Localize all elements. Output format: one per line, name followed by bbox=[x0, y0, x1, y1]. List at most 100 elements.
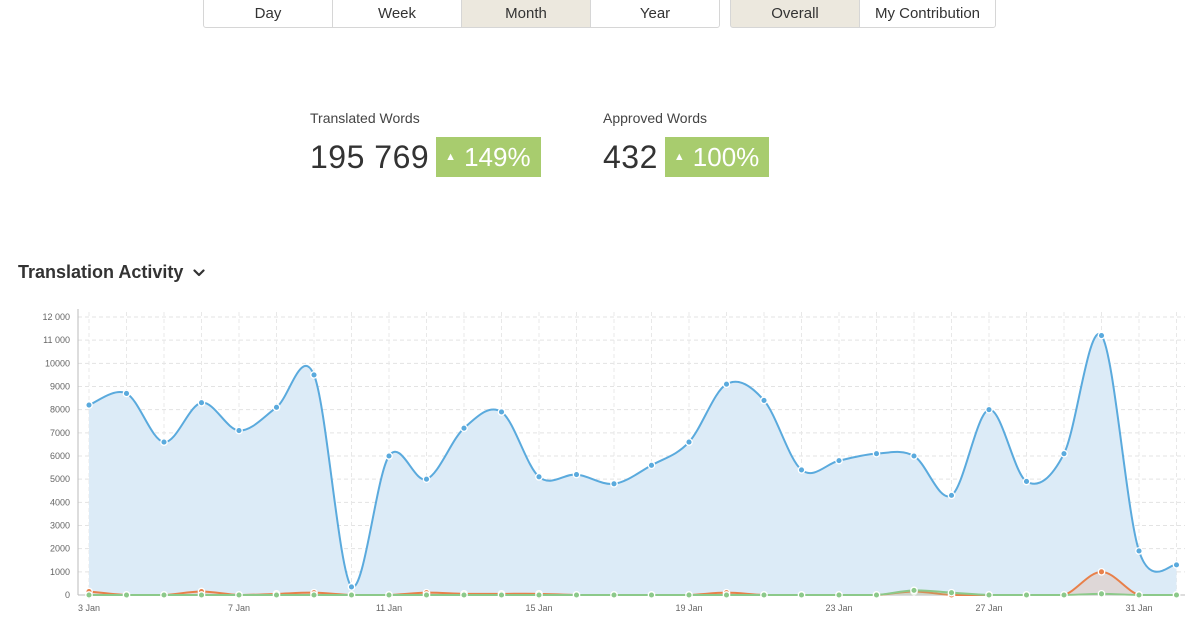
data-point bbox=[347, 591, 356, 599]
approved-words-stat: Approved Words 432 ▲ 100% bbox=[603, 110, 770, 177]
data-point bbox=[1022, 477, 1031, 486]
data-point bbox=[835, 591, 843, 599]
translated-words-value: 195 769 bbox=[310, 138, 430, 175]
data-point bbox=[1135, 547, 1143, 555]
data-point bbox=[272, 403, 281, 412]
data-point bbox=[835, 456, 843, 465]
data-point bbox=[647, 461, 656, 470]
data-point bbox=[1060, 449, 1068, 458]
x-tick-label: 7 Jan bbox=[228, 603, 250, 613]
data-point bbox=[160, 591, 168, 599]
data-point bbox=[272, 591, 281, 599]
data-point bbox=[160, 438, 168, 446]
data-point bbox=[460, 591, 468, 599]
series-area bbox=[89, 333, 1177, 595]
section-title: Translation Activity bbox=[18, 262, 184, 282]
data-point bbox=[535, 591, 543, 599]
data-point bbox=[422, 475, 431, 484]
y-tick-label: 10000 bbox=[45, 358, 70, 368]
data-point bbox=[1172, 591, 1181, 599]
data-point bbox=[422, 591, 431, 599]
scope-selector: Overall My Contribution bbox=[730, 0, 996, 28]
data-point bbox=[1060, 591, 1068, 599]
translated-change-value: 149% bbox=[464, 141, 531, 172]
data-point bbox=[910, 452, 918, 460]
data-point bbox=[910, 586, 918, 595]
x-tick-label: 15 Jan bbox=[525, 603, 552, 613]
translation-activity-toggle[interactable]: Translation Activity bbox=[18, 262, 205, 283]
data-point bbox=[122, 591, 131, 599]
period-year-button[interactable]: Year bbox=[590, 0, 720, 28]
y-tick-label: 4000 bbox=[50, 497, 70, 507]
period-week-button[interactable]: Week bbox=[332, 0, 462, 28]
data-point bbox=[685, 438, 693, 446]
data-point bbox=[797, 591, 806, 599]
data-point bbox=[685, 591, 693, 599]
y-tick-label: 9000 bbox=[50, 382, 70, 392]
approved-words-value: 432 bbox=[603, 138, 658, 175]
data-point bbox=[385, 591, 393, 599]
data-point bbox=[310, 371, 318, 379]
data-point bbox=[385, 452, 393, 460]
translated-words-label: Translated Words bbox=[310, 110, 420, 126]
x-tick-label: 3 Jan bbox=[78, 603, 100, 613]
data-point bbox=[760, 591, 768, 599]
period-day-button[interactable]: Day bbox=[203, 0, 333, 28]
data-point bbox=[85, 401, 93, 409]
data-point bbox=[947, 588, 956, 597]
approved-change-value: 100% bbox=[692, 141, 760, 172]
data-point bbox=[460, 424, 468, 433]
x-tick-label: 31 Jan bbox=[1125, 603, 1152, 613]
x-tick-label: 23 Jan bbox=[825, 603, 852, 613]
y-tick-label: 2000 bbox=[50, 544, 70, 554]
y-tick-label: 12 000 bbox=[42, 312, 70, 322]
y-tick-label: 5000 bbox=[50, 474, 70, 484]
data-point bbox=[1097, 589, 1106, 598]
y-tick-label: 1000 bbox=[50, 567, 70, 577]
approved-change-badge: ▲ 100% bbox=[664, 137, 770, 177]
y-tick-label: 8000 bbox=[50, 405, 70, 415]
scope-overall-button[interactable]: Overall bbox=[730, 0, 860, 28]
x-tick-label: 27 Jan bbox=[975, 603, 1002, 613]
translation-activity-chart: 0 1000 2000 3000 4000 5000 6000 7000 8000 9000 100… bbox=[42, 309, 1185, 613]
data-point bbox=[872, 449, 881, 458]
data-point bbox=[1135, 591, 1143, 599]
x-tick-label: 19 Jan bbox=[675, 603, 702, 613]
data-point bbox=[310, 591, 318, 599]
y-tick-label: 6000 bbox=[50, 451, 70, 461]
data-point bbox=[1172, 561, 1181, 569]
data-point bbox=[535, 473, 543, 481]
data-point bbox=[85, 591, 93, 599]
x-tick-label: 11 Jan bbox=[376, 603, 402, 613]
data-point bbox=[572, 470, 581, 479]
data-point bbox=[572, 591, 581, 599]
period-month-button[interactable]: Month bbox=[461, 0, 591, 28]
data-point bbox=[872, 591, 881, 599]
translated-words-stat: Translated Words 195 769 ▲ 149% bbox=[310, 110, 541, 177]
data-point bbox=[235, 591, 243, 599]
y-tick-label: 0 bbox=[65, 590, 70, 600]
data-point bbox=[722, 591, 731, 599]
data-point bbox=[497, 408, 506, 416]
translated-change-badge: ▲ 149% bbox=[436, 137, 541, 177]
data-point bbox=[1097, 567, 1106, 576]
data-point bbox=[722, 380, 731, 389]
data-point bbox=[985, 591, 993, 599]
data-point bbox=[347, 583, 356, 591]
period-selector: Day Week Month Year bbox=[203, 0, 720, 28]
y-tick-label: 3000 bbox=[50, 521, 70, 531]
scope-my-contribution-button[interactable]: My Contribution bbox=[859, 0, 996, 28]
data-point bbox=[647, 591, 656, 599]
triangle-up-icon: ▲ bbox=[673, 151, 685, 163]
data-point bbox=[610, 591, 618, 599]
y-tick-label: 7000 bbox=[50, 428, 70, 438]
data-point bbox=[122, 389, 131, 398]
data-point bbox=[497, 591, 506, 599]
data-point bbox=[797, 466, 806, 474]
data-point bbox=[1022, 591, 1031, 599]
data-point bbox=[197, 591, 206, 599]
data-point bbox=[985, 405, 993, 414]
chevron-down-icon bbox=[193, 268, 205, 276]
data-point bbox=[1097, 331, 1106, 340]
data-point bbox=[610, 479, 618, 488]
